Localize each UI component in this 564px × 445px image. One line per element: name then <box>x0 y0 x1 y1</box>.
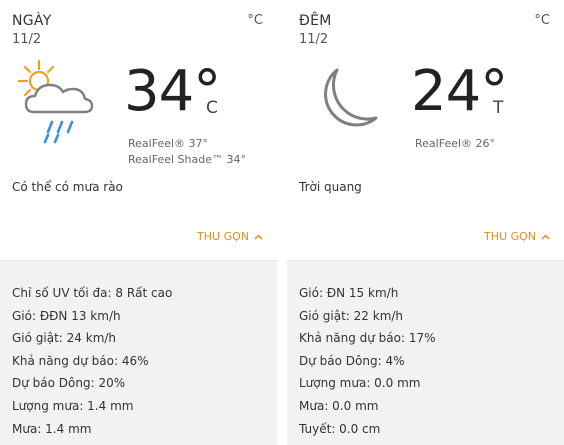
day-realfeel-value: RealFeel® 37° <box>128 137 209 150</box>
day-period-label: NGÀY <box>12 13 52 29</box>
night-period-label: ĐÊM <box>299 13 332 29</box>
detail-row: Khả năng dự báo: 17% <box>299 331 436 346</box>
night-forecast-card: ĐÊM 11/2 °C 24° T RealFeel® 26° Trời qua… <box>287 0 564 445</box>
detail-row: Mưa: 1.4 mm <box>12 421 92 436</box>
detail-row: Mưa: 0.0 mm <box>299 398 379 413</box>
detail-row: Gió: ĐĐN 13 km/h <box>12 308 121 323</box>
day-temperature-unit: C <box>206 98 218 118</box>
detail-row: Gió giật: 24 km/h <box>12 331 117 346</box>
day-realfeel: RealFeel® 37° RealFeel Shade™ 34° <box>128 136 246 168</box>
day-unit-label: °C <box>247 13 263 28</box>
night-unit-label: °C <box>534 13 550 28</box>
night-collapse-button[interactable]: THU GỌN <box>484 230 550 243</box>
detail-row: Gió giật: 22 km/h <box>299 308 404 323</box>
partly-sunny-showers-icon <box>17 59 94 144</box>
night-realfeel: RealFeel® 26° <box>415 136 495 152</box>
night-temperature-unit: T <box>493 98 504 118</box>
day-realfeel-shade-value: RealFeel Shade™ 34° <box>128 153 246 166</box>
day-forecast-card: NGÀY 11/2 °C 34° C RealFeel® 37° RealFee… <box>0 0 277 445</box>
night-condition-text: Trời quang <box>299 180 362 194</box>
day-details-list: Chỉ số UV tối đa: 8 Rất cao Gió: ĐĐN 13 … <box>12 282 172 440</box>
detail-row: Gió: ĐN 15 km/h <box>299 286 399 300</box>
detail-row: Chỉ số UV tối đa: 8 Rất cao <box>12 286 173 300</box>
detail-row: Khả năng dự báo: 46% <box>12 353 149 368</box>
night-realfeel-value: RealFeel® 26° <box>415 137 496 150</box>
night-collapse-label: THU GỌN <box>484 230 536 243</box>
detail-row: Dự báo Dông: 4% <box>299 353 405 368</box>
day-date-label: 11/2 <box>12 32 42 47</box>
detail-row: Tuyết: 0.0 cm <box>299 421 381 436</box>
detail-row: Lượng mưa: 0.0 mm <box>299 376 421 391</box>
night-details-list: Gió: ĐN 15 km/h Gió giật: 22 km/h Khả nă… <box>299 282 436 440</box>
night-summary-panel: ĐÊM 11/2 °C 24° T RealFeel® 26° Trời qua… <box>287 0 564 261</box>
card-divider <box>277 0 287 445</box>
detail-row: Dự báo Dông: 20% <box>12 376 126 391</box>
night-date-label: 11/2 <box>299 32 329 47</box>
chevron-up-icon <box>541 234 550 239</box>
day-collapse-button[interactable]: THU GỌN <box>197 230 263 243</box>
chevron-up-icon <box>254 234 263 239</box>
detail-row: Lượng mưa: 1.4 mm <box>12 398 134 413</box>
day-condition-text: Có thể có mưa rào <box>12 180 123 194</box>
crescent-moon-icon <box>324 68 378 127</box>
day-summary-panel: NGÀY 11/2 °C 34° C RealFeel® 37° RealFee… <box>0 0 277 261</box>
day-collapse-label: THU GỌN <box>197 230 249 243</box>
